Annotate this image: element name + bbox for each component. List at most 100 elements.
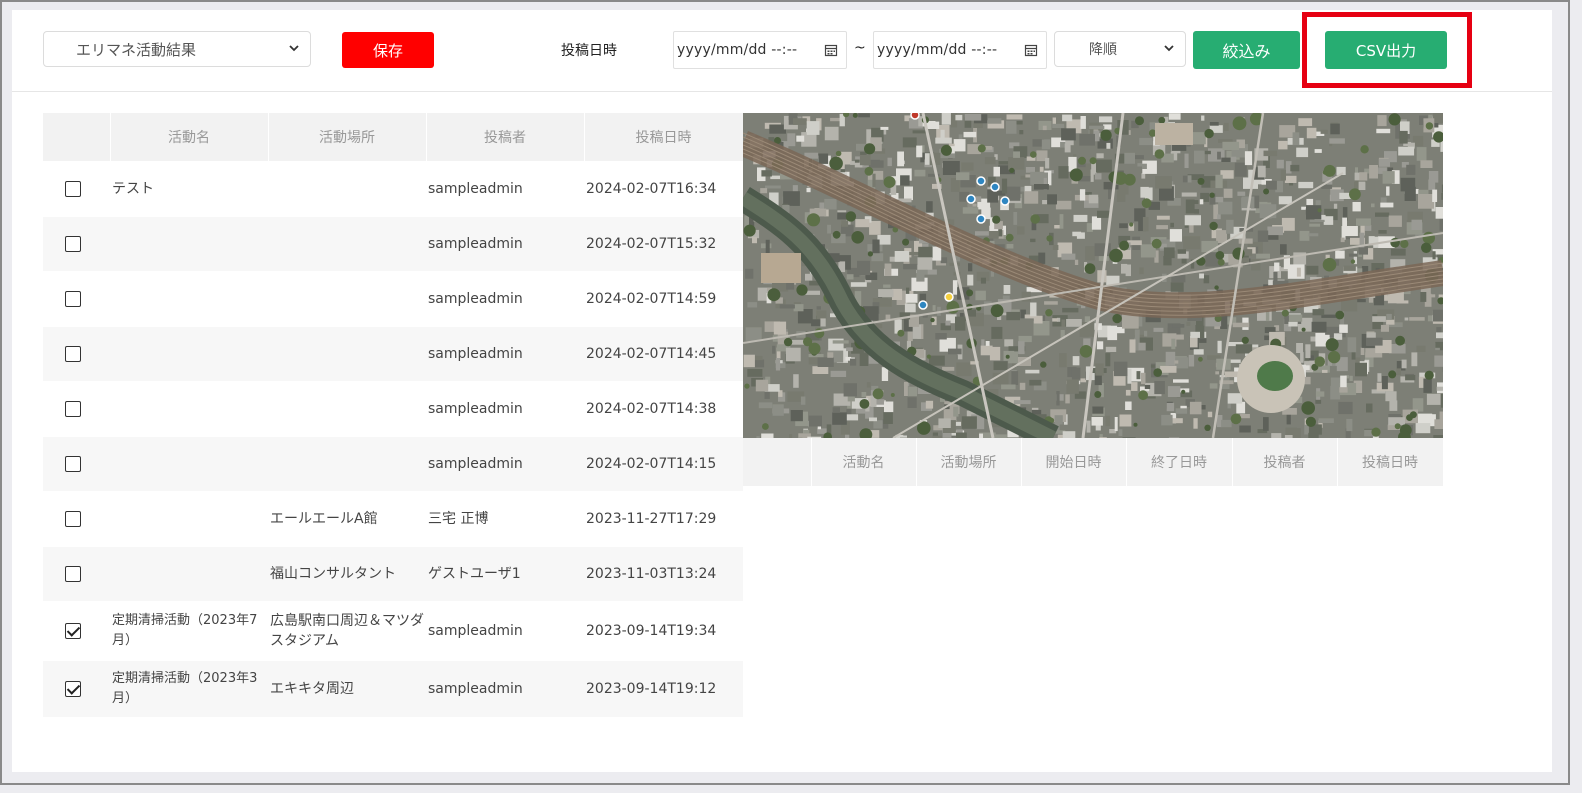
aerial-map-image[interactable] — [743, 113, 1443, 438]
date-from-input[interactable]: yyyy/mm/dd --:-- — [673, 31, 847, 69]
aerial-map[interactable] — [743, 113, 1443, 438]
cell-activity-name — [110, 217, 268, 271]
dataset-select[interactable]: エリマネ活動結果 — [43, 31, 311, 67]
cell-poster: ゲストユーザ1 — [426, 547, 584, 601]
post-date-label: 投稿日時 — [561, 43, 617, 59]
cell-activity-name — [110, 271, 268, 327]
cell-activity-place — [268, 271, 426, 327]
cell-activity-place: 福山コンサルタント — [268, 547, 426, 601]
row-checkbox-cell — [43, 271, 110, 327]
cell-post-date: 2024-02-07T14:15 — [584, 437, 743, 491]
cell-activity-place: エールエールA館 — [268, 491, 426, 547]
date-to-input[interactable]: yyyy/mm/dd --:-- — [873, 31, 1047, 69]
detail-header-activity-name[interactable]: 活動名 — [811, 438, 917, 486]
row-checkbox[interactable] — [65, 623, 81, 639]
cell-activity-name — [110, 381, 268, 437]
cell-post-date: 2024-02-07T15:32 — [584, 217, 743, 271]
cell-poster: sampleadmin — [426, 217, 584, 271]
detail-header-end-date[interactable]: 終了日時 — [1126, 438, 1233, 486]
row-checkbox[interactable] — [65, 566, 81, 582]
cell-activity-place — [268, 217, 426, 271]
calendar-icon[interactable] — [824, 43, 842, 57]
chevron-down-icon — [1161, 44, 1177, 55]
save-button[interactable]: 保存 — [342, 32, 434, 68]
sort-order-value: 降順 — [1089, 42, 1117, 58]
cell-poster: sampleadmin — [426, 327, 584, 381]
cell-activity-name — [110, 437, 268, 491]
row-checkbox[interactable] — [65, 681, 81, 697]
cell-post-date: 2024-02-07T14:59 — [584, 271, 743, 327]
table-row[interactable]: sampleadmin 2024-02-07T14:15 — [43, 437, 743, 491]
row-checkbox-cell — [43, 491, 110, 547]
row-checkbox-cell — [43, 661, 110, 717]
csv-button-highlight — [1302, 12, 1472, 88]
chevron-down-icon — [286, 44, 302, 55]
detail-header-start-date[interactable]: 開始日時 — [1021, 438, 1127, 486]
detail-header-checkbox — [743, 438, 812, 486]
cell-poster: sampleadmin — [426, 661, 584, 717]
calendar-icon[interactable] — [1024, 43, 1042, 57]
table-row[interactable]: sampleadmin 2024-02-07T15:32 — [43, 217, 743, 271]
cell-poster: 三宅 正博 — [426, 491, 584, 547]
header-checkbox — [43, 113, 111, 161]
cell-activity-name — [110, 327, 268, 381]
cell-post-date: 2023-11-03T13:24 — [584, 547, 743, 601]
detail-header-poster[interactable]: 投稿者 — [1232, 438, 1338, 486]
header-activity-place[interactable]: 活動場所 — [268, 113, 427, 161]
cell-activity-name: 定期清掃活動（2023年7月） — [110, 601, 268, 661]
row-checkbox[interactable] — [65, 401, 81, 417]
table-row[interactable]: テスト sampleadmin 2024-02-07T16:34 — [43, 161, 743, 217]
filter-button[interactable]: 絞込み — [1193, 31, 1300, 69]
row-checkbox-cell — [43, 327, 110, 381]
cell-activity-place — [268, 327, 426, 381]
table-row[interactable]: sampleadmin 2024-02-07T14:45 — [43, 327, 743, 381]
table-row[interactable]: 定期清掃活動（2023年7月） 広島駅南口周辺＆マツダスタジアム sampleadm… — [43, 601, 743, 661]
sort-order-select[interactable]: 降順 — [1054, 31, 1186, 67]
row-checkbox[interactable] — [65, 456, 81, 472]
cell-poster: sampleadmin — [426, 437, 584, 491]
row-checkbox-cell — [43, 217, 110, 271]
row-checkbox[interactable] — [65, 236, 81, 252]
cell-activity-name: 定期清掃活動（2023年3月） — [110, 661, 268, 717]
header-activity-name[interactable]: 活動名 — [110, 113, 269, 161]
cell-activity-place — [268, 161, 426, 217]
row-checkbox[interactable] — [65, 291, 81, 307]
cell-post-date: 2024-02-07T14:45 — [584, 327, 743, 381]
cell-activity-name — [110, 491, 268, 547]
row-checkbox-cell — [43, 381, 110, 437]
header-post-date[interactable]: 投稿日時 — [584, 113, 744, 161]
header-poster[interactable]: 投稿者 — [426, 113, 585, 161]
date-range-separator: ~ — [854, 40, 866, 56]
detail-header-post-date[interactable]: 投稿日時 — [1337, 438, 1444, 486]
cell-activity-place — [268, 437, 426, 491]
cell-post-date: 2023-11-27T17:29 — [584, 491, 743, 547]
detail-table-header: 活動名 活動場所 開始日時 終了日時 投稿者 投稿日時 — [743, 438, 1444, 486]
row-checkbox[interactable] — [65, 511, 81, 527]
dataset-select-value: エリマネ活動結果 — [76, 40, 197, 59]
toolbar: エリマネ活動結果 保存 投稿日時 yyyy/mm/dd --:-- ~ yyyy… — [12, 10, 1552, 92]
date-to-value: yyyy/mm/dd --:-- — [877, 42, 998, 58]
row-checkbox-cell — [43, 601, 110, 661]
row-checkbox[interactable] — [65, 346, 81, 362]
table-row[interactable]: エールエールA館 三宅 正博 2023-11-27T17:29 — [43, 491, 743, 547]
activity-table: 活動名 活動場所 投稿者 投稿日時 テスト sampleadmin 2024-02-… — [43, 113, 744, 717]
cell-post-date: 2023-09-14T19:34 — [584, 601, 743, 661]
cell-activity-name: テスト — [110, 161, 268, 217]
cell-activity-place — [268, 381, 426, 437]
table-row[interactable]: sampleadmin 2024-02-07T14:38 — [43, 381, 743, 437]
row-checkbox-cell — [43, 161, 110, 217]
detail-header-activity-place[interactable]: 活動場所 — [916, 438, 1022, 486]
cell-poster: sampleadmin — [426, 161, 584, 217]
date-from-value: yyyy/mm/dd --:-- — [677, 42, 798, 58]
cell-post-date: 2024-02-07T14:38 — [584, 381, 743, 437]
row-checkbox-cell — [43, 437, 110, 491]
cell-post-date: 2023-09-14T19:12 — [584, 661, 743, 717]
row-checkbox-cell — [43, 547, 110, 601]
table-row[interactable]: sampleadmin 2024-02-07T14:59 — [43, 271, 743, 327]
table-row[interactable]: 定期清掃活動（2023年3月） エキキタ周辺 sampleadmin 2023-09-… — [43, 661, 743, 717]
cell-poster: sampleadmin — [426, 601, 584, 661]
cell-activity-name — [110, 547, 268, 601]
table-row[interactable]: 福山コンサルタント ゲストユーザ1 2023-11-03T13:24 — [43, 547, 743, 601]
main-panel: エリマネ活動結果 保存 投稿日時 yyyy/mm/dd --:-- ~ yyyy… — [12, 10, 1552, 772]
row-checkbox[interactable] — [65, 181, 81, 197]
